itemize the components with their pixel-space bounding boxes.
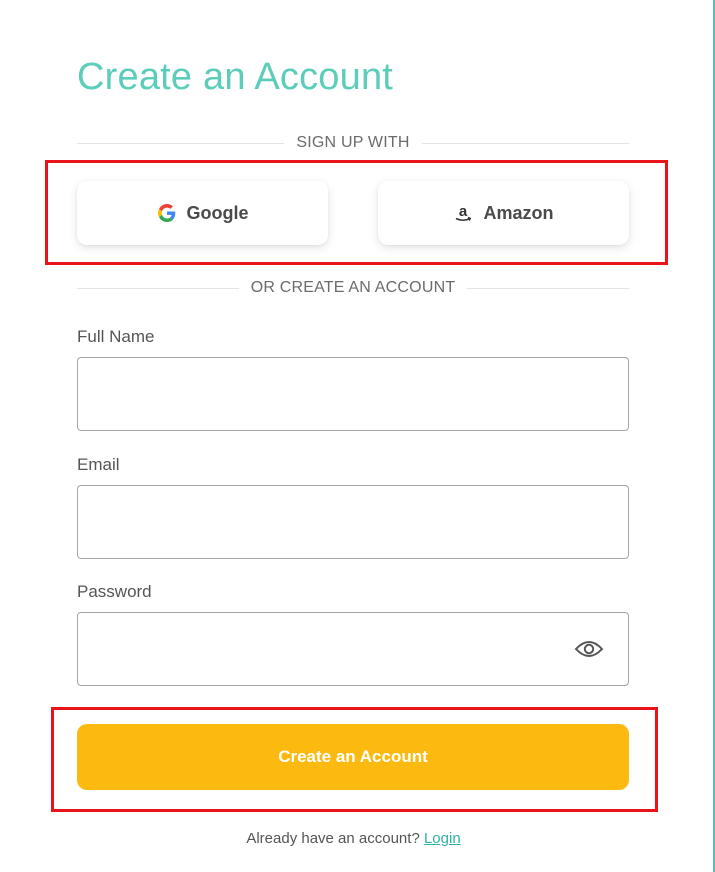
full-name-label: Full Name	[77, 327, 155, 346]
signup-page: Create an Account SIGN UP WITH Google a …	[0, 0, 715, 872]
create-account-button[interactable]: Create an Account	[77, 724, 629, 790]
divider-line	[421, 142, 630, 144]
amazon-label: Amazon	[483, 202, 554, 223]
full-name-field-wrapper	[77, 357, 629, 431]
divider-line	[77, 287, 239, 289]
amazon-logo-icon: a	[453, 203, 473, 223]
create-account-divider: OR CREATE AN ACCOUNT	[77, 278, 629, 298]
sign-up-with-text: SIGN UP WITH	[296, 134, 410, 151]
google-label: Google	[186, 202, 249, 223]
password-field-wrapper	[77, 612, 629, 686]
full-name-input[interactable]	[78, 358, 628, 430]
eye-icon[interactable]	[574, 637, 604, 661]
password-label: Password	[77, 582, 152, 601]
password-input[interactable]	[78, 613, 628, 685]
google-logo-icon	[157, 203, 177, 223]
page-title: Create an Account	[77, 56, 394, 98]
divider-line	[467, 287, 629, 289]
login-link[interactable]: Login	[424, 830, 461, 847]
google-signup-button[interactable]: Google	[77, 181, 328, 245]
login-prompt-text: Already have an account?	[246, 830, 424, 847]
or-create-account-text: OR CREATE AN ACCOUNT	[250, 279, 456, 296]
svg-text:a: a	[459, 203, 468, 220]
sign-up-with-divider: SIGN UP WITH	[77, 133, 630, 153]
create-account-button-label: Create an Account	[278, 747, 428, 766]
email-label: Email	[77, 455, 120, 474]
login-prompt: Already have an account? Login	[0, 830, 707, 847]
email-field-wrapper	[77, 485, 629, 559]
amazon-signup-button[interactable]: a Amazon	[378, 181, 629, 245]
email-input[interactable]	[78, 486, 628, 558]
divider-line	[77, 142, 285, 144]
